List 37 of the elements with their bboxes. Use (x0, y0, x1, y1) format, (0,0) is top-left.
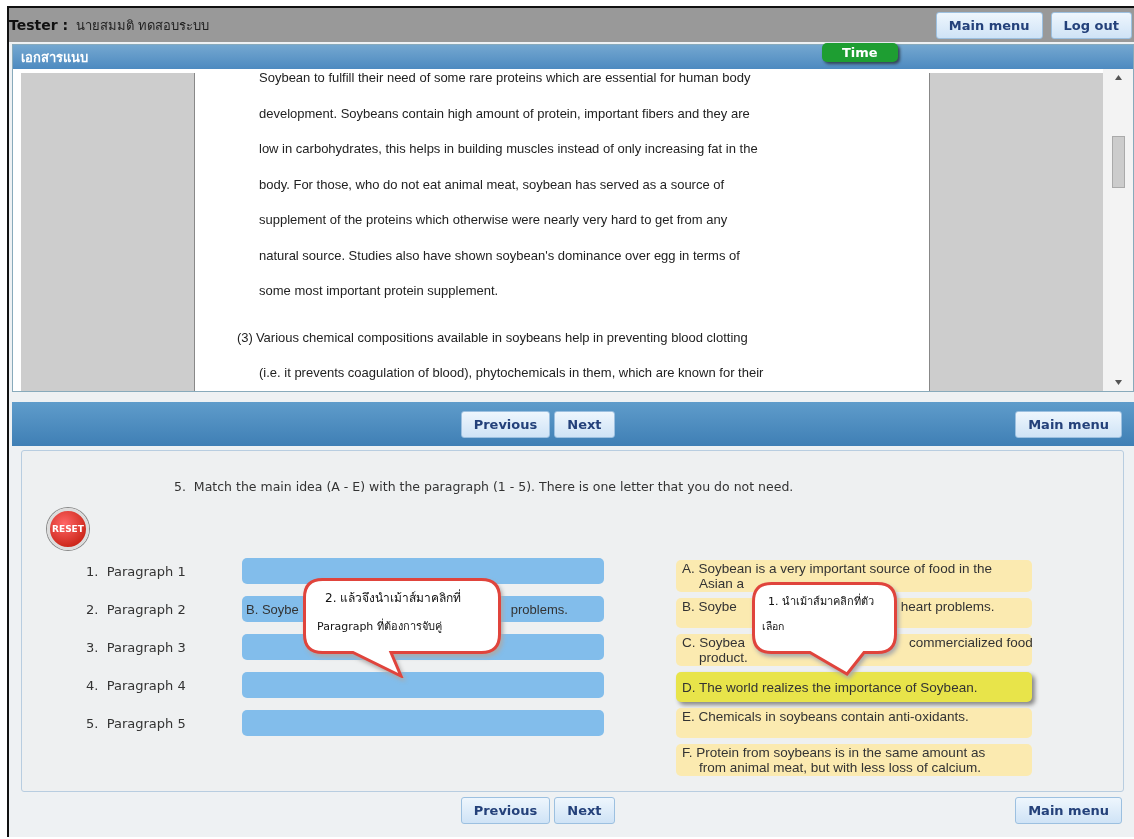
option-text: A. Soybean is a very important source of food in the (682, 561, 992, 576)
answer-text: B. Soybe (246, 601, 299, 617)
paragraph-label: 4. Paragraph 4 (86, 677, 187, 693)
tooltip-text: 1. นำเม้าส์มาคลิกที่ตัว (768, 595, 874, 608)
document-text-line: (i.e. it prevents coagulation of blood), phytochemicals in them, which are known for their (259, 365, 764, 380)
option-text: commercialized food (909, 635, 1033, 650)
paragraph-number: (3) (237, 329, 253, 345)
option-text: from animal meat, but with less loss of calcium. (699, 760, 982, 775)
document-text-line: low in carbohydrates, this helps in building muscles instead of only increasing fat in the (259, 141, 758, 156)
tester-name: นายสมมติ ทดสอบระบบ (76, 16, 210, 35)
option-text: Asian a (699, 576, 745, 591)
answer-text: problems. (510, 601, 568, 617)
document-text-line: Soybean to fulfill their need of some rare proteins which are essential for human body (259, 70, 751, 85)
document-text-line: body. For those, who do not eat animal meat, soybean has served as a source of (259, 176, 725, 192)
document-text-line: some most important protein supplement. (259, 283, 499, 298)
document-text-line: development. Soybeans contain high amount of protein, important fibers and they are (259, 105, 750, 121)
paragraph-label: 5. Paragraph 5 (86, 715, 187, 731)
option-text: C. Soybea (682, 635, 746, 650)
paragraph-label: 2. Paragraph 2 (86, 601, 187, 617)
document-text-line: natural source. Studies also have shown soybean's dominance over egg in terms of (259, 247, 740, 263)
timer-badge: Time (822, 43, 898, 62)
document-text-line: Various chemical compositions available in soybeans help in preventing blood clotting (255, 329, 748, 345)
panel-title: เอกสารแนบ (21, 48, 88, 67)
option-text: E. Chemicals in soybeans contain anti-oxidants. (682, 709, 969, 724)
tester-label: Tester : (9, 17, 69, 33)
option-text: heart problems. (900, 599, 995, 614)
option-text: F. Protein from soybeans is in the same amount as (682, 745, 986, 760)
question-text: 5. Match the main idea (A - E) with the paragraph (1 - 5). There is one letter that you do not need. (174, 479, 795, 494)
option-text: D. The world realizes the importance of Soybean. (682, 679, 978, 695)
tooltip-text: 2. แล้วจึงนำเม้าส์มาคลิกที่ (325, 591, 462, 605)
tooltip-text: เลือก (762, 620, 784, 632)
paragraph-label: 3. Paragraph 3 (86, 639, 187, 655)
paragraph-label: 1. Paragraph 1 (86, 563, 187, 579)
document-text-line: supplement of the proteins which otherwise were nearly very hard to get from any (259, 212, 728, 227)
option-text: B. Soybe (682, 599, 737, 614)
option-text: product. (699, 650, 748, 665)
tooltip-text: Paragraph ที่ต้องการจับคู่ (317, 620, 442, 633)
